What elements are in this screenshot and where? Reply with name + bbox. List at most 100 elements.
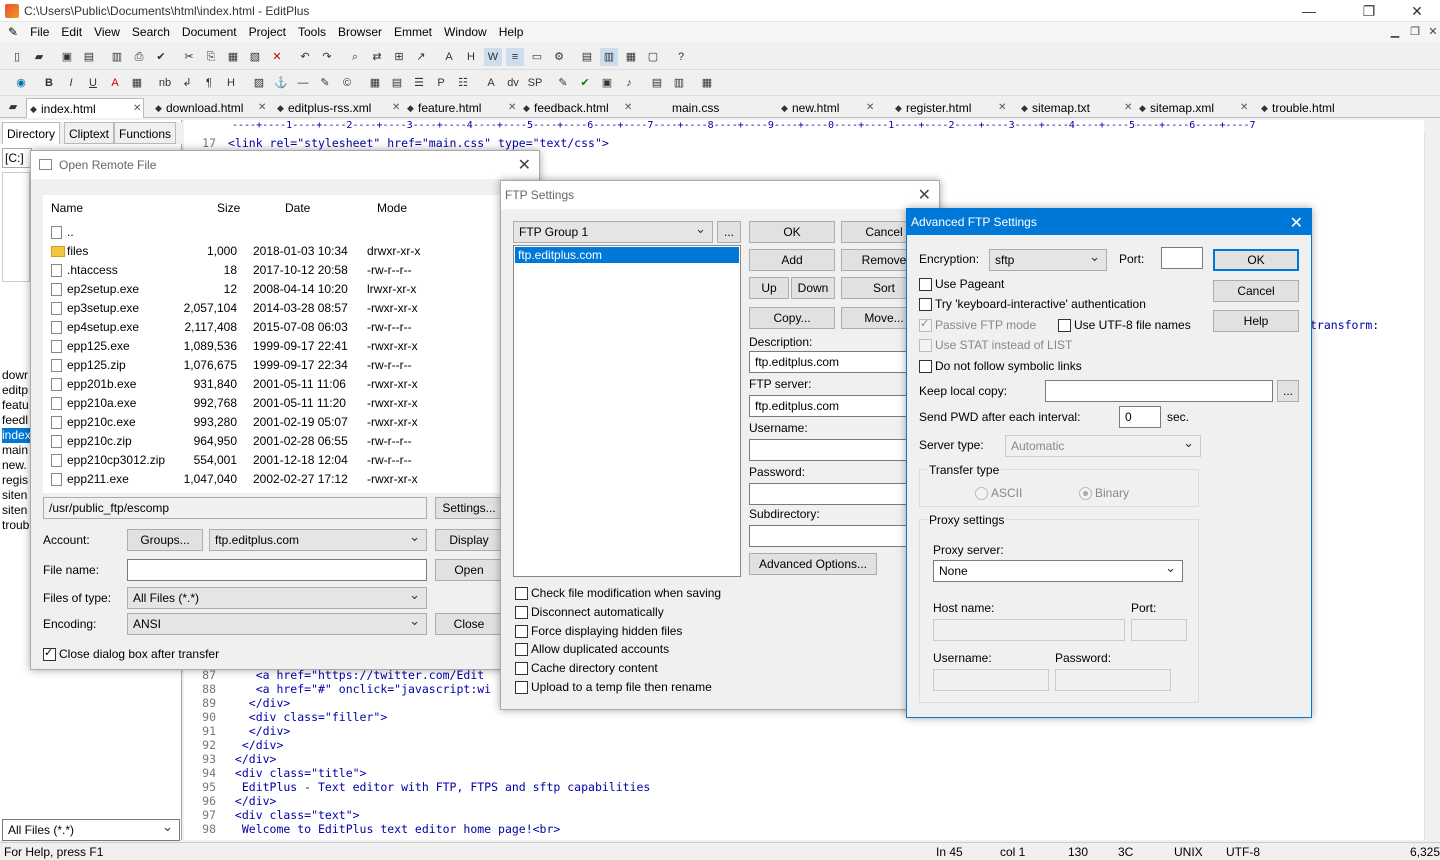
file-filter-select[interactable]: All Files (*.*) [2,817,180,841]
cut-icon[interactable]: ✂ [180,48,198,66]
close-icon[interactable]: ✕ [1394,0,1440,22]
tab-register-html[interactable]: ◆ register.html ✕ [892,98,1010,118]
subdirectory-input[interactable] [749,525,929,547]
tab-download-html[interactable]: ◆ download.html ✕ [152,98,270,118]
host-name-input[interactable] [933,619,1125,641]
spell-check-icon[interactable]: ✔ [152,48,170,66]
table-row[interactable]: epp210c.zip 964,950 2001-02-28 06:55 -rw-r-… [43,432,503,451]
tab-close-icon[interactable]: ✕ [1124,98,1132,118]
find-in-files-icon[interactable]: ⊞ [390,48,408,66]
proxy-password-input[interactable] [1055,669,1171,691]
table-row[interactable]: epp201b.exe 931,840 2001-05-11 11:06 -rwxr-… [43,375,503,394]
use-pageant-checkbox[interactable]: Use Pageant [919,277,1004,291]
table-row[interactable]: epp210cp3012.zip 554,001 2001-12-18 12:04 -… [43,451,503,470]
palette-icon[interactable]: ▦ [698,74,716,92]
list-item[interactable]: siten [2,488,30,503]
menu-tools[interactable]: Tools [292,22,332,42]
close-icon[interactable]: ✕ [918,185,931,205]
col-mode[interactable]: Mode [377,201,407,215]
help-pointer-icon[interactable]: ? [672,48,690,66]
check-modification-checkbox[interactable]: Check file modification when saving [515,586,721,600]
print-preview-icon[interactable]: ▥ [108,48,126,66]
tab-editplus-rss-xml[interactable]: ◆ editplus-rss.xml ✕ [274,98,404,118]
span-icon[interactable]: SP [526,74,544,92]
tab-main-css[interactable]: main.css [658,98,778,118]
replace-icon[interactable]: ⇄ [368,48,386,66]
help-button[interactable]: Help [1213,310,1299,332]
groups-button[interactable]: Groups... [127,529,203,551]
paragraph-icon[interactable]: ¶ [200,74,218,92]
bold-icon[interactable]: B [40,74,58,92]
tab-close-icon[interactable]: ✕ [1240,98,1248,118]
file-name-input[interactable] [127,559,427,581]
list-item[interactable]: new. [2,458,30,473]
close-icon[interactable]: ✕ [518,155,531,175]
open-file-icon[interactable]: ▰ [30,48,48,66]
tab-close-icon[interactable]: ✕ [624,98,632,118]
browse-button[interactable]: ... [1277,380,1299,402]
div-icon[interactable]: dv [504,74,522,92]
menu-project[interactable]: Project [243,22,292,42]
close-icon[interactable]: ✕ [1290,213,1303,233]
list-icon[interactable]: ☷ [454,74,472,92]
tab-close-icon[interactable]: ✕ [866,98,874,118]
files-of-type-select[interactable]: All Files (*.*) [127,585,427,609]
copy-icon[interactable]: ⎘ [202,48,220,66]
menu-edit[interactable]: Edit [55,22,88,42]
save-all-icon[interactable]: ▤ [80,48,98,66]
tab-functions[interactable]: Functions [114,122,177,144]
directory-window-icon[interactable]: ▥ [600,48,618,66]
menu-file[interactable]: File [24,22,55,42]
directory-tree[interactable] [2,172,30,282]
table-row[interactable]: epp210c.exe 993,280 2001-02-19 05:07 -rwxr-… [43,413,503,432]
vertical-scrollbar[interactable] [1424,134,1440,840]
hr-icon[interactable]: ― [294,74,312,92]
list-item[interactable]: troub [2,518,30,533]
code-view-icon[interactable]: ▤ [648,74,666,92]
open-button[interactable]: Open [435,559,503,581]
image-icon[interactable]: ▨ [250,74,268,92]
menu-search[interactable]: Search [126,22,176,42]
pencil-icon[interactable]: ✎ [316,74,334,92]
table-row[interactable]: epp210a.exe 992,768 2001-05-11 11:20 -rwxr-… [43,394,503,413]
menu-emmet[interactable]: Emmet [388,22,438,42]
allow-duplicated-checkbox[interactable]: Allow duplicated accounts [515,642,669,656]
list-item[interactable]: index [2,428,30,443]
menu-browser[interactable]: Browser [332,22,388,42]
font-icon[interactable]: A [440,48,458,66]
color-palette-icon[interactable]: ▦ [128,74,146,92]
preferences-icon[interactable]: ⚙ [550,48,568,66]
col-date[interactable]: Date [285,201,310,215]
window-list-icon[interactable]: ▤ [578,48,596,66]
hex-icon[interactable]: H [462,48,480,66]
remote-file-list[interactable]: Name Size Date Mode .. files 1,000 2018-01-… [43,195,503,493]
keyboard-interactive-checkbox[interactable]: Try 'keyboard-interactive' authenticatio… [919,297,1146,311]
proxy-server-select[interactable]: None [933,558,1183,582]
tab-sitemap-txt[interactable]: ◆ sitemap.txt ✕ [1018,98,1136,118]
special-char-icon[interactable]: © [338,74,356,92]
tab-close-icon[interactable]: ✕ [258,98,266,118]
ascii-radio[interactable]: ASCII [975,486,1022,500]
redo-icon[interactable]: ↷ [318,48,336,66]
menu-window[interactable]: Window [438,22,493,42]
edit-tag-icon[interactable]: ✎ [554,74,572,92]
new-file-icon[interactable]: ▯ [8,48,26,66]
ftp-account-list[interactable]: ftp.editplus.com [513,245,741,577]
description-input[interactable]: ftp.editplus.com [749,351,929,373]
list-item[interactable]: regis [2,473,30,488]
ruler-icon[interactable]: ▭ [528,48,546,66]
cancel-button[interactable]: Cancel [1213,280,1299,302]
tab-close-icon[interactable]: ✕ [133,99,141,119]
underline-icon[interactable]: U [84,74,102,92]
ok-button[interactable]: OK [1213,249,1299,271]
list-item[interactable]: dowr [2,368,30,383]
down-button[interactable]: Down [791,277,835,299]
display-button[interactable]: Display [435,529,503,551]
remote-path-field[interactable]: /usr/public_ftp/escomp [43,497,427,519]
binary-radio[interactable]: Binary [1079,486,1129,500]
table-row[interactable]: ep3setup.exe 2,057,104 2014-03-28 08:57 -rw… [43,299,503,318]
list-item[interactable]: featu [2,398,30,413]
cache-directory-checkbox[interactable]: Cache directory content [515,661,658,675]
output-window-icon[interactable]: ▦ [622,48,640,66]
font-tag-icon[interactable]: A [482,74,500,92]
